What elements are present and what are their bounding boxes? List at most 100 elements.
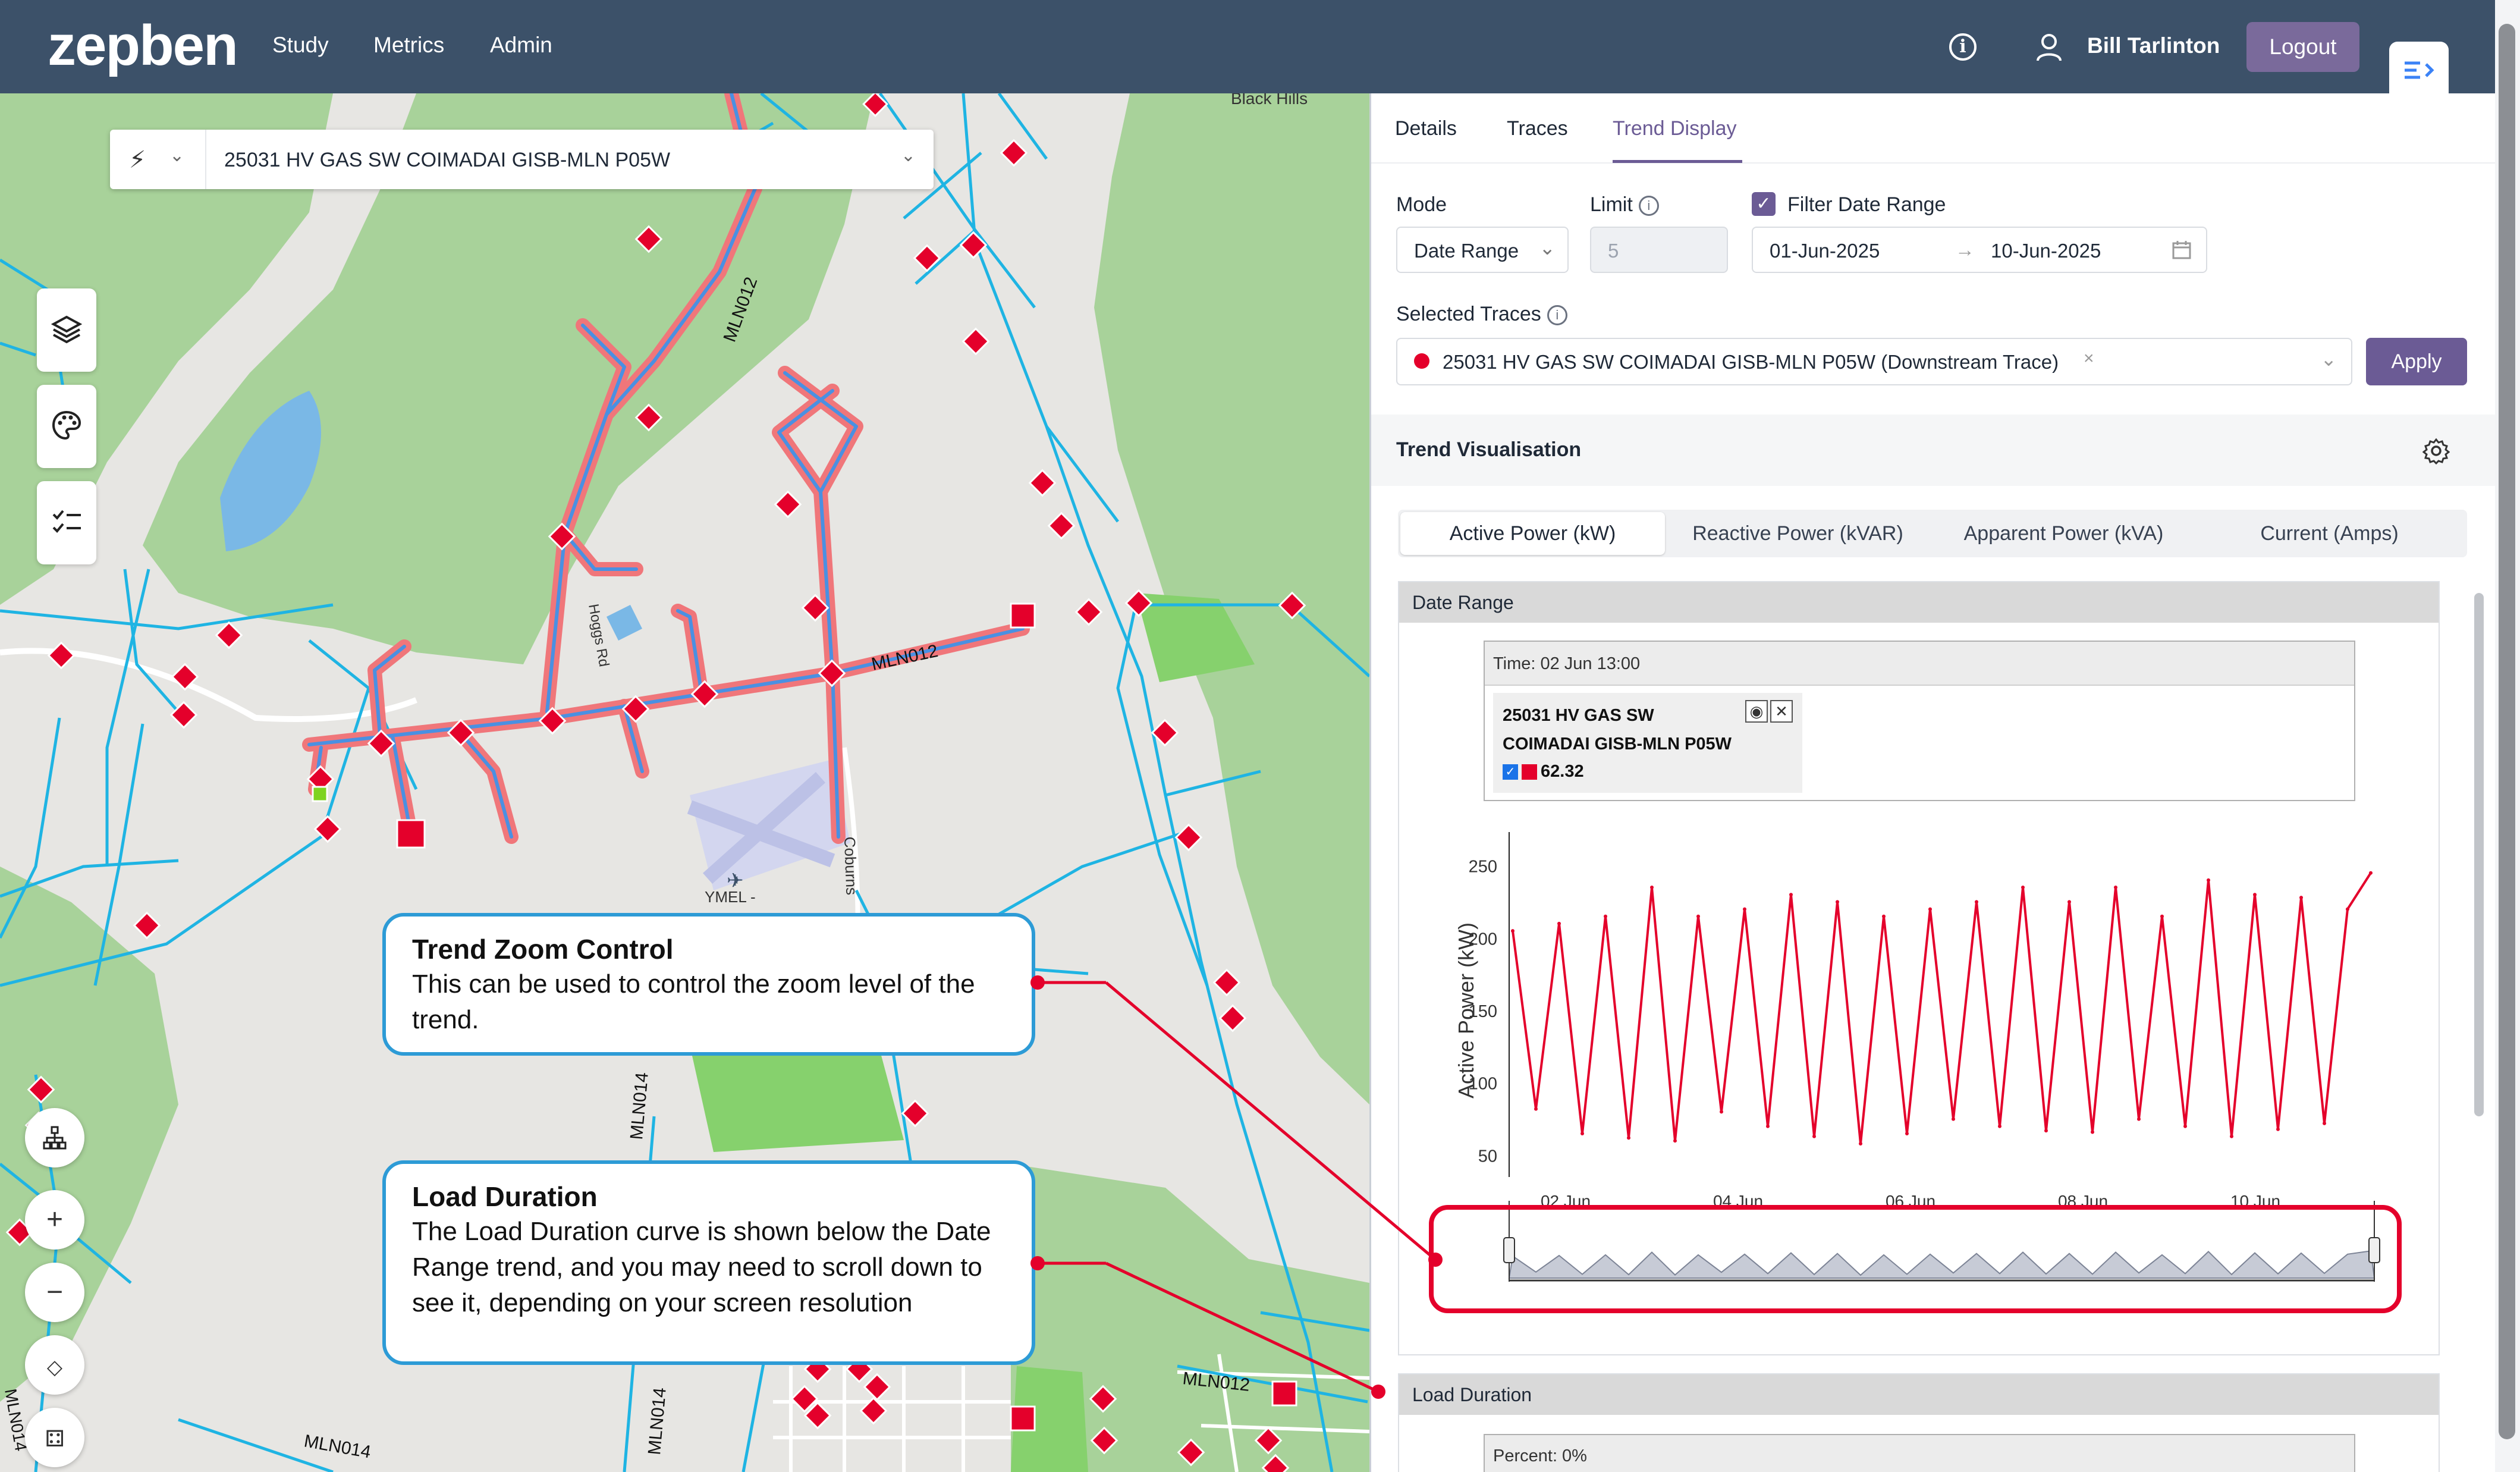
side-panel: Details Traces Trend Display Mode Date R…	[1369, 93, 2520, 1472]
series-point	[2183, 1124, 2187, 1128]
limit-input[interactable]: 5	[1590, 227, 1728, 273]
zoom-out-button[interactable]: −	[25, 1263, 84, 1322]
apply-button[interactable]: Apply	[2366, 338, 2467, 385]
zoom-in-button[interactable]: +	[25, 1190, 84, 1250]
limit-placeholder: 5	[1608, 240, 1619, 262]
hierarchy-button[interactable]	[25, 1108, 84, 1167]
series-point	[2137, 1117, 2141, 1121]
callout-zoom-body: This can be used to control the zoom lev…	[412, 969, 975, 1034]
gift-icon: ⚃	[45, 1427, 65, 1452]
plus-icon: +	[46, 1204, 64, 1235]
series-checkbox[interactable]: ✓	[1503, 764, 1518, 780]
panel-toggle-button[interactable]	[2389, 42, 2449, 93]
series-point	[2276, 1127, 2280, 1131]
remove-tag-icon[interactable]: ×	[2084, 349, 2094, 369]
seg-active-power[interactable]: Active Power (kW)	[1400, 512, 1665, 555]
trace-select-dropdown[interactable]: ⚡ ⌄ 25031 HV GAS SW COIMADAI GISB-MLN P0…	[110, 130, 934, 189]
filter-date-label: Filter Date Range	[1787, 193, 1946, 216]
callout-ld-body: The Load Duration curve is shown below t…	[412, 1217, 991, 1317]
date-range-header: Date Range	[1399, 582, 2439, 623]
nav-study[interactable]: Study	[272, 33, 329, 58]
calendar-icon[interactable]	[2172, 240, 2192, 260]
tab-details[interactable]: Details	[1395, 117, 1457, 140]
series-point	[1743, 907, 1746, 911]
series-point	[1696, 914, 1700, 918]
y-tick-label-4: 250	[1469, 858, 1497, 877]
series-point	[1836, 900, 1839, 904]
load-duration-header: Load Duration	[1399, 1374, 2439, 1415]
tab-trend-display[interactable]: Trend Display	[1613, 117, 1736, 140]
limit-label: Limit i	[1590, 193, 1659, 216]
filter-date-checkbox[interactable]: ✓	[1752, 192, 1776, 216]
seg-reactive-power[interactable]: Reactive Power (kVAR)	[1666, 510, 1930, 557]
zepben-logo[interactable]: zepben	[48, 13, 238, 79]
arrow-right-icon: →	[1955, 238, 1975, 260]
tooltip-series-name: 25031 HV GAS SW COIMADAI GISB-MLN P05W	[1503, 706, 1732, 754]
date-to[interactable]: 10-Jun-2025	[1991, 240, 2101, 262]
layers-button[interactable]	[37, 288, 96, 372]
nav-admin[interactable]: Admin	[490, 33, 552, 58]
map-label-mln014-southwest: MLN014	[303, 1431, 372, 1462]
series-point	[1720, 1110, 1723, 1114]
chart-tooltip: Time: 02 Jun 13:00 25031 HV GAS SW COIMA…	[1484, 641, 2355, 801]
page-scrollbar-thumb[interactable]	[2499, 24, 2515, 1439]
active-tab-indicator	[1613, 160, 1742, 163]
info-icon[interactable]: i	[1547, 305, 1567, 326]
series-point	[2253, 893, 2257, 897]
settings-gear-icon[interactable]	[2422, 437, 2450, 464]
x-tick-label-0: 02 Jun	[1541, 1192, 1591, 1210]
chevron-down-icon[interactable]: ⌄	[169, 145, 184, 166]
info-icon[interactable]: i	[1949, 33, 1977, 61]
bolt-icon: ⚡	[129, 147, 146, 173]
logout-button[interactable]: Logout	[2246, 22, 2359, 72]
series-point	[2346, 907, 2349, 911]
callout-zoom-title: Trend Zoom Control	[412, 934, 674, 965]
checklist-icon	[52, 510, 81, 533]
y-axis-label: Active Power (kW)	[1454, 922, 1478, 1098]
close-icon[interactable]: ✕	[1770, 700, 1793, 723]
eye-icon[interactable]: ◉	[1745, 700, 1768, 723]
tab-traces[interactable]: Traces	[1507, 117, 1568, 140]
trace-tag: 25031 HV GAS SW COIMADAI GISB-MLN P05W (…	[1443, 351, 2059, 373]
seg-apparent-power[interactable]: Apparent Power (kVA)	[1931, 510, 2196, 557]
trend-chart[interactable]: 50100150200250Active Power (kW)02 Jun 04 …	[1399, 808, 2441, 1344]
series-point	[1534, 1107, 1538, 1111]
map-label-mln014-mid: MLN014	[627, 1072, 652, 1141]
selected-traces-select[interactable]: 25031 HV GAS SW COIMADAI GISB-MLN P05W (…	[1396, 338, 2352, 385]
minus-icon: −	[46, 1276, 64, 1308]
seg-current[interactable]: Current (Amps)	[2197, 510, 2462, 557]
nav-metrics[interactable]: Metrics	[373, 33, 444, 58]
panel-scrollbar[interactable]	[2474, 593, 2484, 1116]
series-point	[2369, 871, 2373, 875]
series-point	[2230, 1134, 2233, 1138]
date-range-picker[interactable]: 01-Jun-2025 → 10-Jun-2025	[1752, 227, 2207, 273]
zoom-handle-right	[2368, 1237, 2380, 1263]
tooltip-value-row: ✓ 62.32	[1503, 762, 1584, 781]
gift-button[interactable]: ⚃	[25, 1408, 84, 1467]
hierarchy-icon	[43, 1126, 67, 1150]
mode-select[interactable]: Date Range ⌄	[1396, 227, 1569, 273]
callout-load-duration: Load Duration The Load Duration curve is…	[382, 1160, 1035, 1365]
chevron-down-icon[interactable]: ⌄	[2320, 347, 2337, 371]
user-name: Bill Tarlinton	[2087, 33, 2220, 58]
load-duration-tooltip: Percent: 0%	[1484, 1434, 2355, 1472]
info-icon[interactable]: i	[1638, 196, 1659, 216]
series-point	[1789, 893, 1793, 897]
series-point	[1882, 914, 1886, 918]
trend-visualisation-header: Trend Visualisation	[1371, 415, 2520, 486]
series-point	[1673, 1139, 1677, 1143]
checklist-button[interactable]	[37, 481, 96, 564]
series-point	[2207, 878, 2210, 882]
y-tick-label-0: 50	[1478, 1147, 1497, 1166]
style-button[interactable]	[37, 385, 96, 468]
tooltip-value: 62.32	[1541, 762, 1584, 781]
trace-select-value: 25031 HV GAS SW COIMADAI GISB-MLN P05W	[224, 149, 671, 171]
series-line	[1512, 872, 2372, 1145]
airport-icon: ✈	[727, 869, 744, 893]
network-map[interactable]: Black Hills MLN012 MLN012 Hoggs Rd YMEL …	[0, 93, 1369, 1472]
map-label-mln012-east: MLN012	[870, 641, 940, 674]
layers-icon	[51, 315, 82, 344]
compass-button[interactable]: ◇	[25, 1335, 84, 1395]
chevron-down-icon[interactable]: ⌄	[901, 145, 916, 166]
date-from[interactable]: 01-Jun-2025	[1770, 240, 1880, 262]
